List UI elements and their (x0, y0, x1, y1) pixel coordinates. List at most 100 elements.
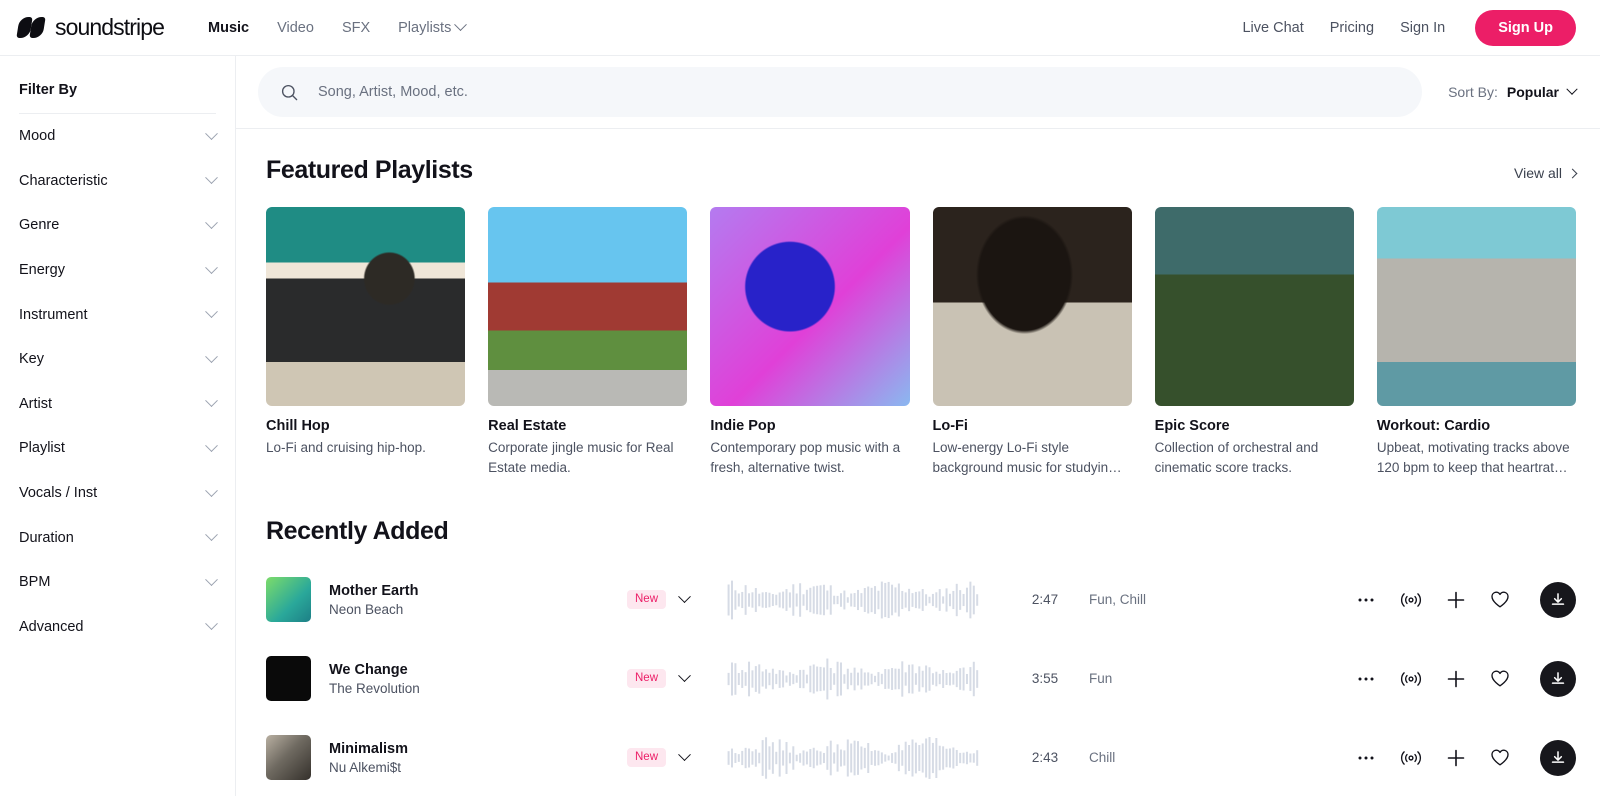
waveform[interactable] (727, 579, 979, 621)
playlist-card-title: Lo-Fi (933, 418, 1132, 434)
plus-icon[interactable] (1446, 669, 1466, 689)
filter-item-mood[interactable]: Mood (19, 114, 216, 159)
playlist-card-artwork[interactable] (933, 207, 1132, 406)
track-title[interactable]: We Change (329, 662, 529, 678)
heart-icon[interactable] (1490, 669, 1510, 688)
search-field[interactable] (258, 67, 1422, 117)
header-link-pricing[interactable]: Pricing (1330, 20, 1374, 36)
view-all-link[interactable]: View all (1514, 165, 1576, 185)
more-options-icon[interactable] (1356, 669, 1376, 689)
track-artist[interactable]: Neon Beach (329, 602, 529, 617)
new-badge: New (627, 590, 666, 609)
track-artist[interactable]: The Revolution (329, 681, 529, 696)
filter-item-playlist[interactable]: Playlist (19, 426, 216, 471)
more-options-icon[interactable] (1356, 748, 1376, 768)
search-icon (280, 83, 299, 102)
download-button[interactable] (1540, 661, 1576, 697)
chevron-down-icon (205, 618, 218, 631)
chevron-down-icon (454, 18, 467, 31)
filter-by-heading: Filter By (19, 56, 216, 114)
track-badge-group: New (627, 669, 705, 688)
waveform[interactable] (727, 737, 979, 779)
chevron-down-icon[interactable] (678, 670, 691, 683)
track-badge-group: New (627, 590, 705, 609)
download-button[interactable] (1540, 582, 1576, 618)
filter-sidebar: Filter By Mood CharacteristicGenre Energy I… (0, 56, 236, 796)
sort-by-value[interactable]: Popular (1507, 84, 1559, 100)
filter-item-label: Advanced (19, 619, 84, 635)
find-similar-icon[interactable] (1400, 669, 1422, 689)
more-options-icon[interactable] (1356, 590, 1376, 610)
filter-list: Mood CharacteristicGenre Energy Instrument K… (19, 114, 216, 649)
nav-item-sfx[interactable]: SFX (342, 20, 370, 36)
playlist-card[interactable]: Lo-FiLow-energy Lo-Fi style background m… (933, 207, 1132, 477)
search-input[interactable] (318, 84, 1400, 100)
playlist-card[interactable]: Epic ScoreCollection of orchestral and c… (1155, 207, 1354, 477)
filter-item-key[interactable]: Key (19, 337, 216, 382)
find-similar-icon[interactable] (1400, 748, 1422, 768)
chevron-down-icon (205, 172, 218, 185)
playlist-card-artwork[interactable] (710, 207, 909, 406)
recently-added-title: Recently Added (266, 517, 1576, 546)
sort-control[interactable]: Sort By: Popular (1448, 84, 1576, 100)
playlist-card-artwork[interactable] (266, 207, 465, 406)
track-title[interactable]: Mother Earth (329, 583, 529, 599)
track-artwork[interactable] (266, 656, 311, 701)
track-actions (1356, 740, 1576, 776)
plus-icon[interactable] (1446, 590, 1466, 610)
nav-item-video[interactable]: Video (277, 20, 314, 36)
filter-item-genre[interactable]: Genre (19, 203, 216, 248)
waveform[interactable] (727, 658, 979, 700)
filter-item-advanced[interactable]: Advanced (19, 605, 216, 650)
filter-item-label: Mood (19, 128, 55, 144)
new-badge: New (627, 669, 666, 688)
nav-item-playlists[interactable]: Playlists (398, 20, 465, 36)
download-button[interactable] (1540, 740, 1576, 776)
filter-item-characteristic[interactable]: Characteristic (19, 159, 216, 204)
track-artwork[interactable] (266, 735, 311, 780)
chevron-down-icon[interactable] (1566, 84, 1577, 95)
playlist-card-artwork[interactable] (1155, 207, 1354, 406)
header-link-sign-in[interactable]: Sign In (1400, 20, 1445, 36)
playlist-card-description: Upbeat, motivating tracks above 120 bpm … (1377, 438, 1576, 477)
plus-icon[interactable] (1446, 748, 1466, 768)
track-tags: Chill (1089, 750, 1239, 765)
playlist-card[interactable]: Chill HopLo-Fi and cruising hip-hop. (266, 207, 465, 477)
brand-logo[interactable]: soundstripe (18, 14, 164, 41)
featured-title: Featured Playlists (266, 156, 473, 185)
playlist-card[interactable]: Workout: CardioUpbeat, motivating tracks… (1377, 207, 1576, 477)
find-similar-icon[interactable] (1400, 590, 1422, 610)
featured-header: Featured Playlists View all (266, 156, 1576, 185)
track-artwork[interactable] (266, 577, 311, 622)
heart-icon[interactable] (1490, 748, 1510, 767)
chevron-down-icon (205, 216, 218, 229)
sign-up-button[interactable]: Sign Up (1475, 10, 1576, 46)
playlist-card[interactable]: Indie PopContemporary pop music with a f… (710, 207, 909, 477)
filter-item-vocals-inst[interactable]: Vocals / Inst (19, 471, 216, 516)
playlist-card-title: Chill Hop (266, 418, 465, 434)
track-row[interactable]: MinimalismNu Alkemi$tNew2:43Chill (266, 718, 1576, 796)
filter-item-label: Duration (19, 530, 74, 546)
heart-icon[interactable] (1490, 590, 1510, 609)
chevron-down-icon[interactable] (678, 591, 691, 604)
filter-item-instrument[interactable]: Instrument (19, 292, 216, 337)
filter-item-label: Energy (19, 262, 65, 278)
track-title[interactable]: Minimalism (329, 741, 529, 757)
nav-item-label: SFX (342, 20, 370, 36)
header-link-live-chat[interactable]: Live Chat (1242, 20, 1303, 36)
playlist-card[interactable]: Real EstateCorporate jingle music for Re… (488, 207, 687, 477)
filter-item-energy[interactable]: Energy (19, 248, 216, 293)
track-row[interactable]: Mother EarthNeon BeachNew2:47Fun, Chill (266, 560, 1576, 639)
chevron-down-icon (205, 573, 218, 586)
nav-item-music[interactable]: Music (208, 20, 249, 36)
chevron-down-icon[interactable] (678, 749, 691, 762)
track-row[interactable]: We ChangeThe RevolutionNew3:55Fun (266, 639, 1576, 718)
filter-item-bpm[interactable]: BPM (19, 560, 216, 605)
track-tags: Fun, Chill (1089, 592, 1239, 607)
filter-item-duration[interactable]: Duration (19, 515, 216, 560)
track-artist[interactable]: Nu Alkemi$t (329, 760, 529, 775)
filter-item-artist[interactable]: Artist (19, 382, 216, 427)
playlist-card-artwork[interactable] (1377, 207, 1576, 406)
filter-item-label: Instrument (19, 307, 88, 323)
playlist-card-artwork[interactable] (488, 207, 687, 406)
